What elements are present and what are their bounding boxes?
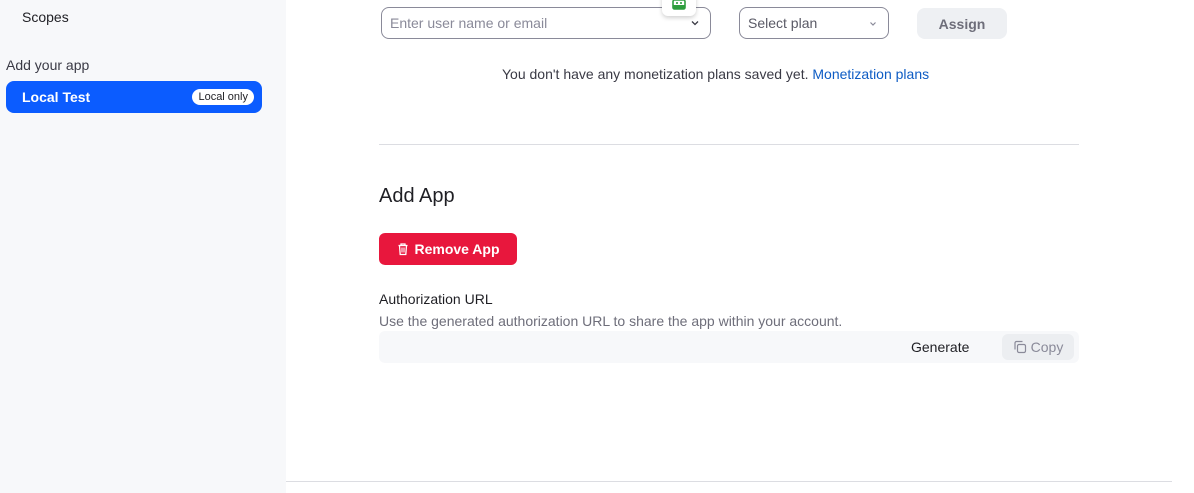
section-divider — [379, 144, 1079, 145]
page-title: Add App — [379, 185, 455, 207]
copy-label: Copy — [1030, 339, 1064, 355]
generate-button[interactable]: Generate — [911, 339, 969, 355]
copy-button[interactable]: Copy — [1002, 334, 1074, 360]
main-content: Select plan Assign You don't have any mo… — [286, 0, 1194, 493]
calendar-glyph — [672, 0, 686, 10]
sidebar: Scopes Add your app Local Test Local onl… — [0, 0, 286, 493]
calendar-icon[interactable] — [662, 0, 696, 16]
sidebar-item-label: Local Test — [22, 89, 91, 105]
status-badge: Local only — [192, 89, 254, 105]
remove-app-label: Remove App — [414, 241, 500, 257]
plan-select[interactable]: Select plan — [739, 7, 889, 39]
plan-select-value: Select plan — [748, 15, 818, 31]
user-search-input[interactable] — [382, 8, 710, 38]
page: Scopes Add your app Local Test Local onl… — [0, 0, 1194, 493]
monetization-note: You don't have any monetization plans sa… — [502, 66, 929, 82]
chevron-down-icon — [870, 22, 876, 26]
authorization-url-field — [379, 331, 1079, 363]
authorization-url-label: Authorization URL — [379, 291, 493, 307]
sidebar-item-local-test[interactable]: Local Test Local only — [6, 81, 262, 113]
authorization-url-description: Use the generated authorization URL to s… — [379, 313, 843, 329]
trash-icon — [398, 243, 408, 256]
footer-divider — [286, 481, 1172, 482]
monetization-plans-link[interactable]: Monetization plans — [812, 66, 929, 82]
sidebar-section-label: Add your app — [6, 57, 90, 73]
sidebar-item-scopes[interactable]: Scopes — [22, 9, 69, 25]
assign-button[interactable]: Assign — [917, 8, 1007, 39]
remove-app-button[interactable]: Remove App — [379, 233, 517, 265]
monetization-note-text: You don't have any monetization plans sa… — [502, 66, 809, 82]
chevron-down-icon[interactable] — [690, 18, 700, 28]
copy-icon — [1014, 340, 1026, 354]
